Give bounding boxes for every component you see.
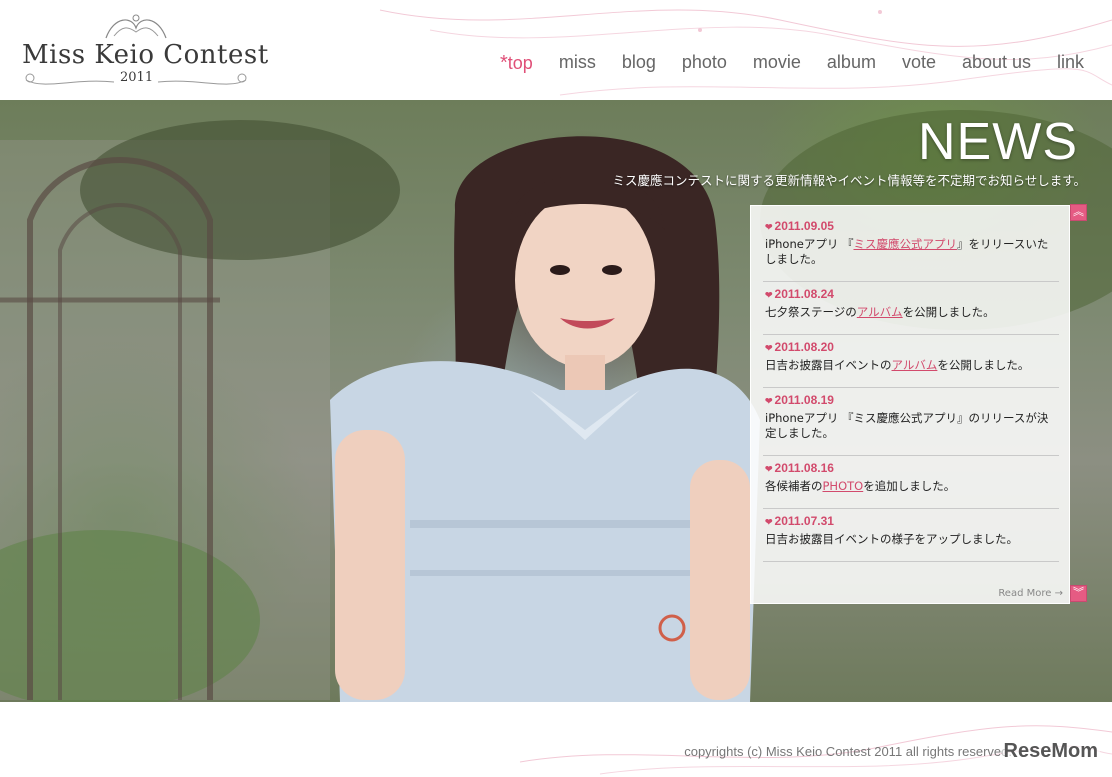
news-subtitle: ミス慶應コンテストに関する更新情報やイベント情報等を不定期でお知らせします。 — [612, 173, 1086, 188]
nav-link[interactable]: link — [1057, 52, 1084, 78]
news-text-pre: 日吉お披露目イベントの — [765, 358, 892, 372]
news-text-pre: 各候補者の — [765, 479, 823, 493]
news-item: ❤ 2011.08.20 日吉お披露目イベントのアルバムを公開しました。 — [763, 335, 1059, 388]
asterisk-icon: * — [500, 52, 508, 74]
news-link[interactable]: アルバム — [857, 305, 903, 319]
nav-miss[interactable]: miss — [559, 52, 596, 78]
read-more-link[interactable]: Read More → — [998, 588, 1063, 599]
heart-icon: ❤ — [765, 343, 773, 353]
resemom-watermark: ReseMom — [1001, 740, 1100, 763]
news-text-pre: 七夕祭ステージの — [765, 305, 857, 319]
read-more-label: Read More — [998, 588, 1052, 599]
news-text: 日吉お披露目イベントのアルバムを公開しました。 — [765, 358, 1059, 373]
nav-photo[interactable]: photo — [682, 52, 727, 78]
scroll-up-button[interactable]: ︽ — [1070, 204, 1087, 221]
heart-icon: ❤ — [765, 222, 773, 232]
news-date: ❤ 2011.07.31 — [765, 514, 1059, 528]
news-link[interactable]: アルバム — [892, 358, 938, 372]
scroll-down-button[interactable]: ︾ — [1070, 585, 1087, 602]
heart-icon: ❤ — [765, 464, 773, 474]
news-text-post: を公開しました。 — [902, 305, 995, 319]
hero-photo: NEWS ミス慶應コンテストに関する更新情報やイベント情報等を不定期でお知らせし… — [0, 100, 1112, 702]
news-date-text: 2011.07.31 — [774, 514, 834, 528]
news-date-text: 2011.08.24 — [774, 287, 834, 301]
nav-about-us[interactable]: about us — [962, 52, 1031, 78]
nav-album[interactable]: album — [827, 52, 876, 78]
news-date-text: 2011.08.20 — [774, 340, 834, 354]
news-date: ❤ 2011.08.20 — [765, 340, 1059, 354]
nav-top[interactable]: *top — [500, 52, 533, 78]
news-item: ❤ 2011.09.05 iPhoneアプリ 『ミス慶應公式アプリ』をリリースいた… — [763, 214, 1059, 282]
news-text-post: を公開しました。 — [937, 358, 1030, 372]
news-item: ❤ 2011.08.16 各候補者のPHOTOを追加しました。 — [763, 456, 1059, 509]
logo-year: 2011 — [120, 70, 154, 85]
heart-icon: ❤ — [765, 396, 773, 406]
news-link[interactable]: ミス慶應公式アプリ — [853, 237, 957, 251]
news-item: ❤ 2011.08.24 七夕祭ステージのアルバムを公開しました。 — [763, 282, 1059, 335]
news-text: 七夕祭ステージのアルバムを公開しました。 — [765, 305, 1059, 320]
footer-swirl-decoration — [519, 725, 1112, 775]
news-date-text: 2011.09.05 — [774, 219, 834, 233]
news-text-post: を追加しました。 — [863, 479, 956, 493]
news-item: ❤ 2011.07.31 日吉お披露目イベントの様子をアップしました。 — [763, 509, 1059, 562]
news-date: ❤ 2011.09.05 — [765, 219, 1059, 233]
news-date: ❤ 2011.08.19 — [765, 393, 1059, 407]
news-link[interactable]: PHOTO — [823, 479, 864, 493]
news-text: 日吉お披露目イベントの様子をアップしました。 — [765, 532, 1059, 547]
news-list: ❤ 2011.09.05 iPhoneアプリ 『ミス慶應公式アプリ』をリリースいた… — [763, 214, 1059, 562]
site-logo[interactable]: Miss Keio Contest 2011 — [14, 8, 268, 92]
nav-vote[interactable]: vote — [902, 52, 936, 78]
copyright-text: copyrights (c) Miss Keio Contest 2011 al… — [684, 744, 1012, 759]
heart-icon: ❤ — [765, 517, 773, 527]
news-text-pre: iPhoneアプリ 『 — [765, 237, 854, 251]
news-text: 各候補者のPHOTOを追加しました。 — [765, 479, 1059, 494]
news-item: ❤ 2011.08.19 iPhoneアプリ 『ミス慶應公式アプリ』のリリースが決… — [763, 388, 1059, 456]
news-date-text: 2011.08.16 — [774, 461, 834, 475]
news-date-text: 2011.08.19 — [774, 393, 834, 407]
news-text-pre: iPhoneアプリ 『ミス慶應公式アプリ』のリリースが決定しました。 — [765, 411, 1049, 440]
heart-icon: ❤ — [765, 290, 773, 300]
nav-top-label: top — [507, 53, 533, 73]
nav-blog[interactable]: blog — [622, 52, 656, 78]
logo-title: Miss Keio Contest — [22, 40, 269, 70]
footer: copyrights (c) Miss Keio Contest 2011 al… — [0, 702, 1112, 777]
arrow-right-icon: → — [1054, 588, 1063, 599]
news-text-pre: 日吉お披露目イベントの様子をアップしました。 — [765, 532, 1018, 546]
news-text: iPhoneアプリ 『ミス慶應公式アプリ』をリリースいたしました。 — [765, 237, 1059, 267]
nav-movie[interactable]: movie — [753, 52, 801, 78]
news-panel: ❤ 2011.09.05 iPhoneアプリ 『ミス慶應公式アプリ』をリリースいた… — [750, 205, 1070, 604]
chevron-down-icon: ︾ — [1073, 586, 1084, 599]
news-heading: NEWS — [918, 113, 1078, 171]
main-nav: *top miss blog photo movie album vote ab… — [500, 52, 1084, 78]
news-date: ❤ 2011.08.24 — [765, 287, 1059, 301]
news-date: ❤ 2011.08.16 — [765, 461, 1059, 475]
chevron-up-icon: ︽ — [1073, 205, 1084, 218]
news-text: iPhoneアプリ 『ミス慶應公式アプリ』のリリースが決定しました。 — [765, 411, 1059, 441]
header: Miss Keio Contest 2011 *top miss blog ph… — [0, 0, 1112, 100]
